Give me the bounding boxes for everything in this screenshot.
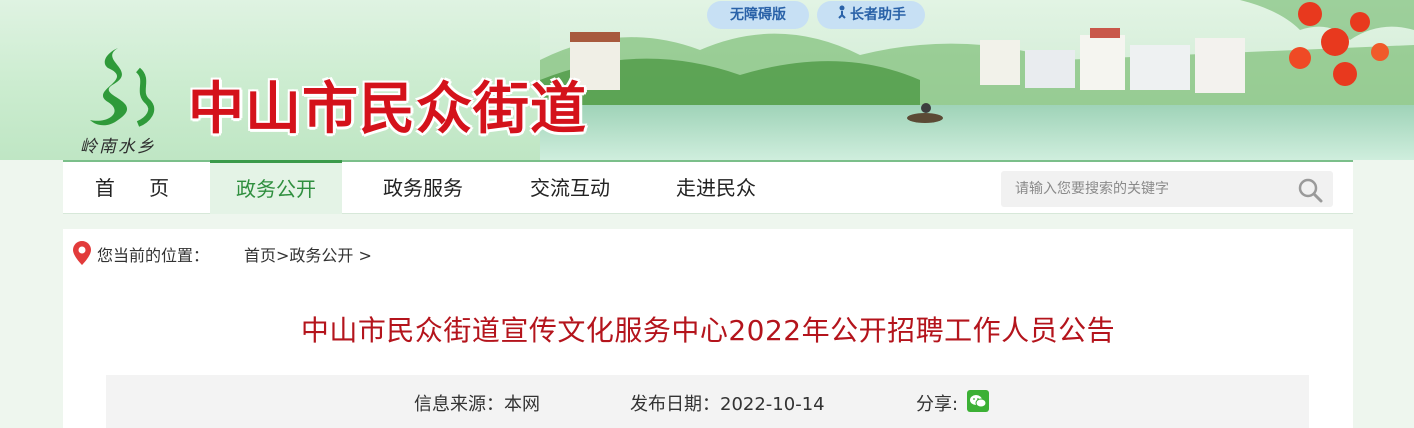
accessibility-button[interactable]: 无障碍版 (707, 1, 809, 29)
nav-item-home[interactable]: 首 页 (81, 162, 197, 214)
article-card: 您当前的位置： 首页>政务公开 > 中山市民众街道宣传文化服务中心2022年公开… (63, 229, 1353, 428)
header-scenery-image (540, 0, 1414, 160)
map-pin-icon (73, 241, 91, 265)
wechat-icon[interactable] (967, 390, 989, 412)
header-banner: 岭南水乡 中山市民众街道 无障碍版 长者助手 (0, 0, 1414, 160)
search-box (1001, 171, 1333, 207)
search-icon[interactable] (1297, 177, 1323, 203)
logo-subtitle: 岭南水乡 (80, 137, 156, 157)
article-title: 中山市民众街道宣传文化服务中心2022年公开招聘工作人员公告 (300, 314, 1116, 347)
article-meta-bar: 信息来源：本网 发布日期：2022-10-14 分享: (106, 375, 1309, 428)
nav-item-government-services[interactable]: 政务服务 (360, 162, 486, 214)
article-date: 发布日期：2022-10-14 (630, 394, 825, 415)
main-navigation: 首 页 政务公开 政务服务 交流互动 走进民众 (63, 160, 1353, 214)
elderly-button-label: 长者助手 (850, 7, 906, 23)
elderly-assistant-button[interactable]: 长者助手 (817, 1, 925, 29)
site-logo-icon (90, 48, 155, 127)
nav-item-about-minzhong[interactable]: 走进民众 (653, 162, 779, 214)
share-label: 分享: (916, 394, 959, 415)
nav-item-government-affairs[interactable]: 政务公开 (210, 160, 342, 214)
elderly-icon (836, 1, 848, 29)
search-input[interactable] (1001, 171, 1291, 207)
breadcrumb-label: 您当前的位置： (97, 246, 210, 265)
nav-item-interaction[interactable]: 交流互动 (507, 162, 633, 214)
breadcrumb-path-link[interactable]: 首页>政务公开 > (244, 242, 372, 266)
site-title: 中山市民众街道 (188, 77, 587, 142)
article-source: 信息来源：本网 (414, 394, 540, 415)
